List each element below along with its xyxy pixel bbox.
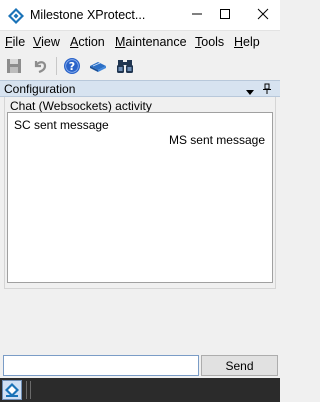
- close-button[interactable]: [246, 0, 280, 31]
- undo-icon[interactable]: [31, 57, 49, 75]
- binoculars-icon[interactable]: [116, 57, 134, 75]
- menu-bar: File View Action Maintenance Tools Help: [0, 31, 280, 53]
- status-strip: [0, 378, 280, 402]
- maximize-button[interactable]: [208, 0, 242, 31]
- book-icon[interactable]: [89, 57, 107, 75]
- status-separator: [30, 381, 31, 399]
- pane-title: Configuration: [4, 82, 76, 96]
- menu-file[interactable]: File: [5, 35, 25, 49]
- status-separator: [26, 381, 27, 399]
- chat-message-right: MS sent message: [168, 133, 265, 147]
- pin-icon[interactable]: [262, 83, 272, 98]
- minimize-icon: [191, 8, 203, 23]
- title-bar: Milestone XProtect...: [0, 0, 280, 31]
- configuration-pane-header: Configuration: [0, 80, 280, 97]
- chat-group-label: Chat (Websockets) activity: [10, 99, 152, 113]
- chat-message-left: SC sent message: [14, 118, 109, 132]
- toolbar-separator: [56, 57, 57, 75]
- menu-action[interactable]: Action: [70, 35, 105, 49]
- milestone-app-icon: [8, 8, 24, 24]
- svg-text:?: ?: [69, 60, 75, 73]
- chat-activity-log[interactable]: SC sent message MS sent message: [7, 112, 273, 283]
- help-icon[interactable]: ?: [63, 57, 81, 75]
- menu-view[interactable]: View: [33, 35, 60, 49]
- close-icon: [257, 8, 269, 23]
- menu-maintenance[interactable]: Maintenance: [115, 35, 187, 49]
- window-title: Milestone XProtect...: [30, 8, 146, 22]
- save-icon[interactable]: [5, 57, 23, 75]
- milestone-taskbar-icon[interactable]: [2, 380, 22, 400]
- menu-tools[interactable]: Tools: [195, 35, 224, 49]
- message-input[interactable]: [3, 355, 199, 376]
- maximize-icon: [219, 8, 231, 23]
- toolbar: ?: [0, 53, 280, 79]
- send-button[interactable]: Send: [201, 355, 278, 376]
- menu-help[interactable]: Help: [234, 35, 260, 49]
